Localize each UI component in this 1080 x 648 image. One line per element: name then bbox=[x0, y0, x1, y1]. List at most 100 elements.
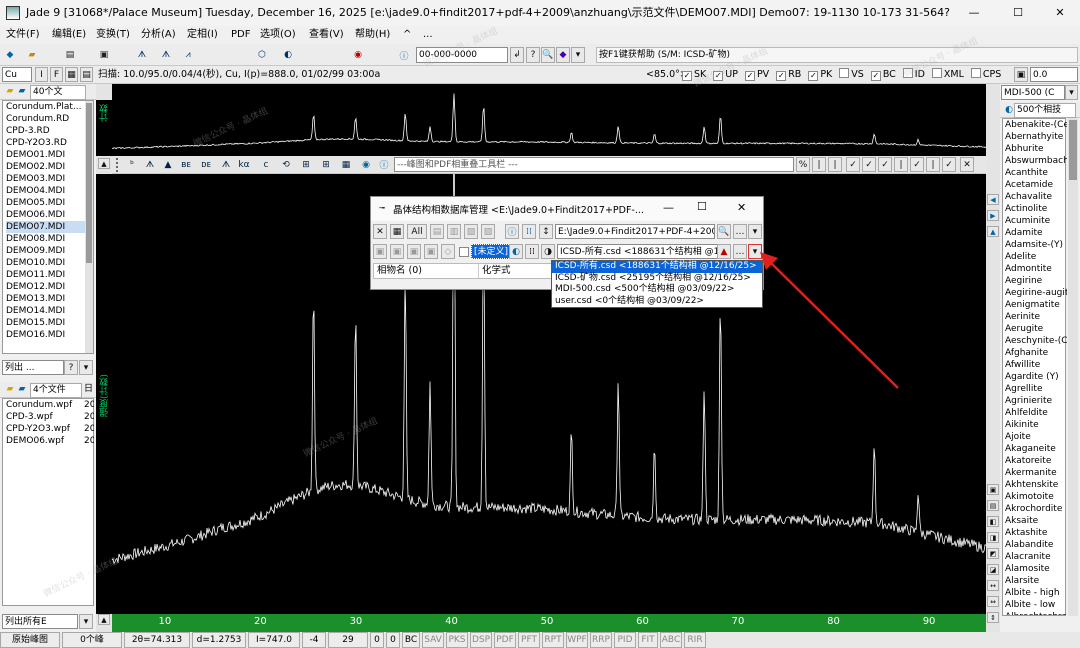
dialog-btn-5[interactable]: ▥ bbox=[447, 224, 461, 239]
dialog-help-btn[interactable]: ⓘ bbox=[505, 224, 519, 239]
rstrip-5[interactable]: ▤ bbox=[987, 500, 999, 511]
maximize-button[interactable]: ☐ bbox=[1008, 0, 1028, 26]
dialog-btn-7[interactable]: ▧ bbox=[481, 224, 495, 239]
overlay-check-6[interactable]: | bbox=[926, 157, 940, 172]
rstrip-12[interactable]: ⇕ bbox=[987, 612, 999, 623]
menu-transform[interactable]: 变换(T) bbox=[96, 26, 130, 44]
dialog-path-dropdown[interactable]: ▾ bbox=[748, 224, 762, 239]
info-icon[interactable]: ⓘ bbox=[396, 47, 412, 63]
phase-item[interactable]: Albite - low bbox=[1005, 599, 1067, 611]
dialog-b5[interactable]: ◇ bbox=[441, 244, 455, 259]
rstrip-4[interactable]: ▣ bbox=[987, 484, 999, 495]
dialog-btn-4[interactable]: ▤ bbox=[430, 224, 444, 239]
database-option[interactable]: MDI-500.csd <500个结构相 @03/09/22> bbox=[552, 284, 762, 296]
phase-item[interactable]: Albite - high bbox=[1005, 587, 1067, 599]
phase-item[interactable]: Alacranite bbox=[1005, 551, 1067, 563]
dialog-sort-btn[interactable]: ↕ bbox=[539, 224, 553, 239]
rstrip-9[interactable]: ◪ bbox=[987, 564, 999, 575]
dialog-search-btn[interactable]: 🔍 bbox=[717, 224, 731, 239]
overlay-close[interactable]: ✕ bbox=[960, 157, 974, 172]
rstrip-8[interactable]: ◩ bbox=[987, 548, 999, 559]
edit-button[interactable]: ↲ bbox=[510, 47, 524, 63]
menu-view[interactable]: 查看(V) bbox=[309, 26, 344, 44]
file-item[interactable]: DEMO16.MDI bbox=[6, 329, 86, 341]
dialog-db-icon[interactable]: ▲ bbox=[717, 244, 731, 259]
dialog-maximize[interactable]: ☐ bbox=[697, 200, 707, 213]
database-select[interactable]: MDI-500 (C bbox=[1001, 85, 1065, 100]
dialog-b4[interactable]: ▣ bbox=[424, 244, 438, 259]
dialog-close[interactable]: ✕ bbox=[737, 201, 746, 214]
palette-icon[interactable]: ◉ bbox=[350, 47, 366, 63]
strip-up[interactable]: ▲ bbox=[98, 158, 110, 169]
dropdown-button[interactable]: ▾ bbox=[571, 47, 585, 63]
overlay-check-5[interactable]: ✓ bbox=[910, 157, 924, 172]
database-dropdown[interactable]: ▾ bbox=[1065, 85, 1078, 100]
phase-item[interactable]: Abernathyite bbox=[1005, 131, 1067, 143]
dialog-grid-btn[interactable]: ⁞⁞ bbox=[522, 224, 536, 239]
file-item[interactable]: Corundum.RD bbox=[6, 113, 86, 125]
peak-alt-icon[interactable]: ᗑ bbox=[158, 47, 174, 63]
list-tool[interactable]: ▤ bbox=[80, 67, 93, 82]
zoom-button[interactable]: 🔍 bbox=[541, 47, 555, 63]
dialog-col-formula[interactable]: 化学式 bbox=[478, 264, 511, 278]
phase-scrollbar[interactable] bbox=[1068, 118, 1078, 616]
strip-up-2[interactable]: ▲ bbox=[98, 614, 110, 625]
menu-analyze[interactable]: 分析(A) bbox=[141, 26, 176, 44]
minimize-button[interactable]: — bbox=[964, 0, 984, 26]
phase-item[interactable]: Acanthite bbox=[1005, 167, 1067, 179]
phase-item[interactable]: Aeschynite-(Ce bbox=[1005, 335, 1067, 347]
phase-item[interactable]: Akaganeite bbox=[1005, 443, 1067, 455]
overlay-percent[interactable]: % bbox=[796, 157, 810, 172]
menu-file[interactable]: 文件(F) bbox=[6, 26, 40, 44]
checkbox-box[interactable] bbox=[839, 68, 850, 78]
phase-item[interactable]: Abenakite-(Ce bbox=[1005, 119, 1067, 131]
checkbox-box[interactable] bbox=[970, 68, 981, 78]
overlay-tool-1-icon[interactable]: ᵇ bbox=[124, 157, 140, 172]
phase-item[interactable]: Akrochordite bbox=[1005, 503, 1067, 515]
file-item[interactable]: DEMO11.MDI bbox=[6, 269, 86, 281]
check-pk[interactable]: ✓ PK bbox=[806, 69, 832, 81]
checkbox-box[interactable]: ✓ bbox=[713, 71, 724, 81]
overlay-tool-10-icon[interactable]: ⊞ bbox=[298, 157, 314, 172]
overlay-tool-11-icon[interactable]: ⊞ bbox=[318, 157, 334, 172]
file-item[interactable]: Corundum.Plat... bbox=[6, 101, 86, 113]
dialog-table-btn[interactable]: ▦ bbox=[390, 224, 404, 239]
checkbox-box[interactable] bbox=[931, 68, 942, 78]
rstrip-7[interactable]: ◨ bbox=[987, 532, 999, 543]
save-icon[interactable]: ▣ bbox=[96, 47, 112, 63]
dialog-path-input[interactable]: E:\Jade9.0+Findit2017+PDF-4+2009\a bbox=[555, 224, 715, 239]
phase-item[interactable]: Adelite bbox=[1005, 251, 1067, 263]
phase-item[interactable]: Abswurmbach bbox=[1005, 155, 1067, 167]
check-rb[interactable]: ✓ RB bbox=[774, 69, 801, 81]
check-cps[interactable]: CPS bbox=[969, 68, 1001, 80]
database-option[interactable]: user.csd <0个结构相 @03/09/22> bbox=[552, 296, 762, 308]
check-sk[interactable]: ✓ SK bbox=[680, 69, 706, 81]
arrows-icon[interactable]: ◆ bbox=[2, 47, 18, 63]
dialog-all-btn[interactable]: All bbox=[407, 224, 427, 239]
overlay-tool-8-icon[interactable]: c bbox=[258, 157, 274, 172]
database-option[interactable]: ICSD-所有.csd <188631个结构相 @12/16/25> bbox=[552, 261, 762, 273]
dialog-undefined-check[interactable] bbox=[459, 247, 469, 257]
filter-dropdown[interactable]: ▾ bbox=[79, 360, 93, 375]
grid-tool[interactable]: ▦ bbox=[65, 67, 78, 82]
spectrum-icon[interactable]: ⩘ bbox=[180, 47, 196, 63]
list-all-select[interactable]: 列出所有E bbox=[2, 614, 78, 629]
phase-item[interactable]: Afwillite bbox=[1005, 359, 1067, 371]
checkbox-box[interactable] bbox=[902, 68, 913, 78]
mask-icon[interactable]: ◐ bbox=[280, 47, 296, 63]
dialog-b8[interactable]: ◑ bbox=[541, 244, 555, 259]
phase-item[interactable]: Akermanite bbox=[1005, 467, 1067, 479]
rstrip-1[interactable]: ◀ bbox=[987, 194, 999, 205]
phase-item[interactable]: Agrinierite bbox=[1005, 395, 1067, 407]
rstrip-10[interactable]: ↔ bbox=[987, 580, 999, 591]
phase-item[interactable]: Aktashite bbox=[1005, 527, 1067, 539]
phase-item[interactable]: Alarsite bbox=[1005, 575, 1067, 587]
check-vs[interactable]: VS bbox=[837, 68, 864, 80]
dialog-db-dropdown[interactable]: ▾ bbox=[748, 244, 762, 259]
diamond-button[interactable]: ◆ bbox=[556, 47, 570, 63]
phase-item[interactable]: Aegirine bbox=[1005, 275, 1067, 287]
menu-help[interactable]: 帮助(H) bbox=[355, 26, 390, 44]
overlay-check-3[interactable]: ✓ bbox=[878, 157, 892, 172]
menu-pdf[interactable]: PDF bbox=[231, 26, 250, 44]
file-item[interactable]: CPD-Y2O3.RD bbox=[6, 137, 86, 149]
